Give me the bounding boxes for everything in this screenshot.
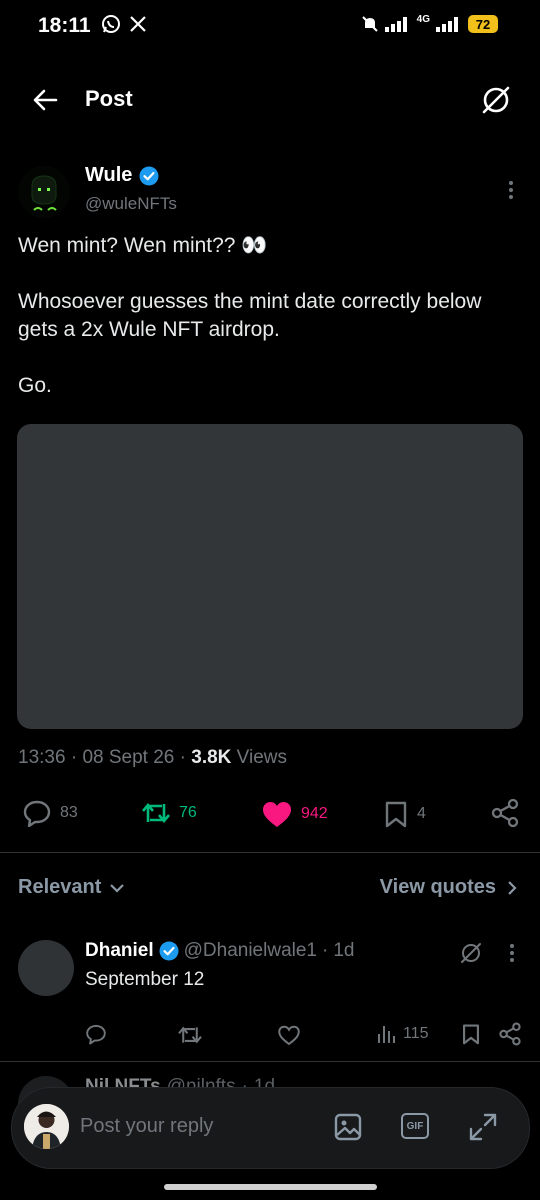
reply-button[interactable]: 83: [22, 799, 78, 827]
views-count: 3.8K: [191, 747, 232, 768]
views-label[interactable]: Views: [237, 747, 287, 768]
status-right-icons: 4G 72: [361, 13, 498, 33]
network-type: 4G: [416, 13, 430, 25]
view-quotes-label: View quotes: [379, 876, 496, 898]
sort-label: Relevant: [18, 876, 102, 898]
like-button[interactable]: 942: [261, 800, 328, 828]
divider: [0, 852, 540, 853]
reply-author-handle[interactable]: @Dhanielwale1: [184, 940, 317, 962]
user-avatar[interactable]: [24, 1104, 69, 1149]
reply-input[interactable]: Post your reply: [80, 1115, 213, 1138]
repost-button[interactable]: 76: [141, 800, 197, 826]
author-handle[interactable]: @wuleNFTs: [85, 194, 177, 214]
signal-icon-2: [436, 16, 462, 32]
grok-icon[interactable]: [480, 84, 512, 116]
verified-icon: [139, 166, 159, 186]
bookmark-button[interactable]: 4: [383, 800, 426, 828]
post-media[interactable]: [17, 424, 523, 729]
image-icon[interactable]: [334, 1113, 362, 1141]
status-time: 18:11: [38, 14, 91, 37]
post-time: 13:36: [18, 747, 66, 768]
x-logo-icon: [129, 15, 147, 33]
like-icon: [263, 802, 291, 827]
sort-dropdown[interactable]: Relevant: [18, 876, 125, 899]
grok-icon[interactable]: [459, 941, 483, 965]
reply-avatar[interactable]: [18, 940, 74, 996]
share-icon[interactable]: [490, 798, 520, 828]
views-button[interactable]: 115: [377, 1024, 429, 1044]
status-left-icons: [101, 14, 147, 34]
whatsapp-icon: [101, 14, 121, 34]
mute-icon: [361, 15, 379, 33]
page-title: Post: [85, 86, 133, 111]
back-arrow-icon[interactable]: [32, 88, 58, 112]
like-icon[interactable]: [277, 1024, 301, 1046]
views-icon: [378, 1026, 395, 1043]
more-icon[interactable]: [506, 943, 518, 963]
reply-header: Dhaniel @Dhanielwale1 · 1d: [85, 940, 355, 962]
repost-count: 76: [179, 804, 197, 821]
reply-count: 83: [60, 804, 78, 821]
author-avatar[interactable]: [18, 166, 70, 218]
share-icon[interactable]: [498, 1022, 522, 1046]
post-date: 08 Sept 26: [82, 747, 175, 768]
chevron-down-icon: [110, 883, 125, 893]
repost-icon[interactable]: [177, 1024, 203, 1046]
post-meta: 13:36 · 08 Sept 26 · 3.8K Views: [18, 747, 288, 768]
divider: [0, 1061, 540, 1062]
reply-text: September 12: [85, 969, 205, 990]
battery-indicator: 72: [468, 15, 498, 33]
reply-icon[interactable]: [85, 1023, 107, 1045]
like-count: 942: [301, 805, 328, 822]
bookmark-icon: [385, 801, 407, 828]
reply-author-name[interactable]: Dhaniel: [85, 940, 154, 962]
repost-icon: [142, 802, 170, 824]
reply-icon: [23, 800, 51, 827]
home-indicator[interactable]: [164, 1184, 377, 1190]
signal-icon: [384, 16, 411, 32]
reply-age: 1d: [333, 940, 355, 961]
bookmark-count: 4: [417, 805, 426, 822]
verified-icon: [159, 941, 179, 961]
bookmark-icon[interactable]: [461, 1023, 481, 1045]
expand-icon[interactable]: [468, 1112, 498, 1142]
view-quotes-link[interactable]: View quotes: [380, 876, 518, 899]
more-icon[interactable]: [505, 180, 517, 200]
views-count-reply: 115: [403, 1025, 429, 1042]
author-name[interactable]: Wule: [85, 164, 132, 187]
gif-icon[interactable]: GIF: [401, 1113, 429, 1139]
post-text: Wen mint? Wen mint?? 👀 Whosoever guesses…: [18, 234, 482, 397]
chevron-right-icon: [508, 880, 517, 895]
